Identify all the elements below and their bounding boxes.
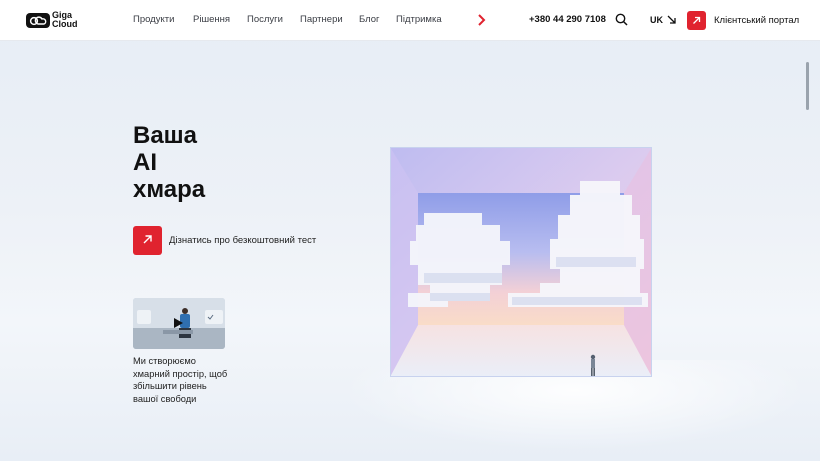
- phone-number[interactable]: +380 44 290 7108: [529, 14, 606, 25]
- nav-item-partners[interactable]: Партнери: [300, 14, 343, 25]
- scrollbar-thumb[interactable]: [806, 62, 809, 110]
- logo-text: Giga Cloud: [52, 10, 78, 29]
- hero-illustration: [390, 147, 652, 377]
- play-icon[interactable]: [173, 317, 184, 329]
- free-trial-label[interactable]: Дізнатись про безкоштовний тест: [169, 235, 316, 246]
- nav-item-products[interactable]: Продукти: [133, 14, 174, 25]
- free-trial-button[interactable]: [133, 226, 162, 255]
- nav-item-blog[interactable]: Блог: [359, 14, 380, 25]
- arrow-up-right-icon: [143, 235, 152, 244]
- search-icon[interactable]: [615, 13, 628, 26]
- scrollbar[interactable]: [805, 60, 810, 455]
- nav-item-solutions[interactable]: Рішення: [193, 14, 230, 25]
- video-caption: Ми створюємо хмарний простір, щоб збільш…: [133, 356, 228, 405]
- arrow-down-right-icon[interactable]: [667, 15, 676, 24]
- video-thumbnail[interactable]: [133, 298, 225, 349]
- client-portal-label[interactable]: Клієнтський портал: [714, 15, 799, 26]
- hero-title: Ваша AI хмара: [133, 122, 206, 203]
- chevron-right-icon[interactable]: [476, 13, 486, 27]
- nav-item-support[interactable]: Підтримка: [396, 14, 442, 25]
- arrow-up-right-icon: [693, 16, 701, 24]
- site-header: Giga Cloud Продукти Рішення Послуги Парт…: [0, 0, 820, 41]
- client-portal-button[interactable]: [687, 11, 706, 30]
- nav-item-services[interactable]: Послуги: [247, 14, 283, 25]
- language-selector[interactable]: UK: [650, 15, 663, 25]
